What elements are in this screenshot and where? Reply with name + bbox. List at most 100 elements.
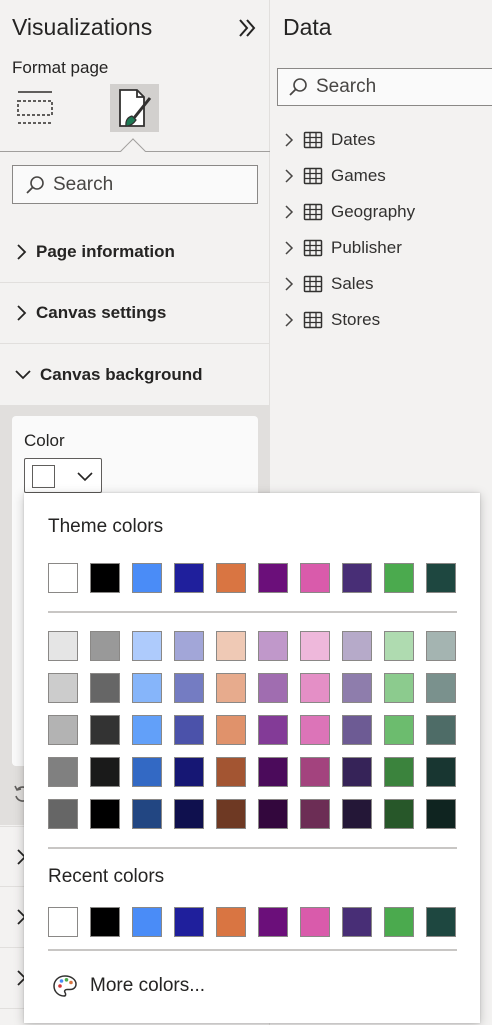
shade-color-swatch[interactable] xyxy=(258,631,288,661)
palette-icon xyxy=(53,975,77,997)
shade-color-swatch[interactable] xyxy=(132,757,162,787)
shade-color-swatch[interactable] xyxy=(174,673,204,703)
shade-color-swatch[interactable] xyxy=(132,715,162,745)
theme-color-swatch[interactable] xyxy=(384,563,414,593)
theme-color-swatch[interactable] xyxy=(90,563,120,593)
table-list: Dates Games Geography Publisher Sales Stores xyxy=(283,122,415,338)
format-visual-button[interactable] xyxy=(110,84,159,132)
shade-color-swatch[interactable] xyxy=(342,715,372,745)
shade-color-swatch[interactable] xyxy=(216,757,246,787)
shade-color-swatch[interactable] xyxy=(426,631,456,661)
section-canvas-settings[interactable]: Canvas settings xyxy=(0,283,270,344)
table-item[interactable]: Stores xyxy=(283,302,415,338)
recent-color-swatch[interactable] xyxy=(258,907,288,937)
table-item[interactable]: Games xyxy=(283,158,415,194)
shade-color-swatch[interactable] xyxy=(300,799,330,829)
shade-color-swatch[interactable] xyxy=(342,757,372,787)
table-item[interactable]: Dates xyxy=(283,122,415,158)
theme-color-swatch[interactable] xyxy=(174,563,204,593)
shade-color-swatch[interactable] xyxy=(90,799,120,829)
theme-color-swatch[interactable] xyxy=(258,563,288,593)
shade-color-swatch[interactable] xyxy=(48,631,78,661)
shade-color-swatch[interactable] xyxy=(342,631,372,661)
shade-color-swatch[interactable] xyxy=(174,757,204,787)
separator xyxy=(48,611,457,613)
format-page-label: Format page xyxy=(12,58,109,77)
shade-color-swatch[interactable] xyxy=(216,799,246,829)
recent-color-swatch[interactable] xyxy=(90,907,120,937)
shade-color-swatch[interactable] xyxy=(300,757,330,787)
shade-color-swatch[interactable] xyxy=(342,799,372,829)
shade-color-swatch[interactable] xyxy=(48,799,78,829)
shade-color-swatch[interactable] xyxy=(384,631,414,661)
table-item[interactable]: Sales xyxy=(283,266,415,302)
shade-color-swatch[interactable] xyxy=(90,673,120,703)
section-canvas-background[interactable]: Canvas background xyxy=(0,344,270,405)
table-item[interactable]: Geography xyxy=(283,194,415,230)
shade-color-swatch[interactable] xyxy=(426,673,456,703)
shade-color-swatch[interactable] xyxy=(90,631,120,661)
shade-color-swatch[interactable] xyxy=(216,673,246,703)
shade-color-swatch[interactable] xyxy=(258,715,288,745)
table-name: Geography xyxy=(331,202,416,221)
color-picker-dropdown[interactable] xyxy=(24,458,102,493)
theme-color-swatch[interactable] xyxy=(426,563,456,593)
shade-color-swatch[interactable] xyxy=(90,757,120,787)
recent-color-swatch[interactable] xyxy=(48,907,78,937)
shade-color-swatch[interactable] xyxy=(90,715,120,745)
recent-color-swatch[interactable] xyxy=(216,907,246,937)
shade-color-swatch[interactable] xyxy=(216,631,246,661)
section-page-information[interactable]: Page information xyxy=(0,222,270,283)
more-colors-button[interactable]: More colors... xyxy=(52,971,205,1001)
viz-search-placeholder: Search xyxy=(53,173,114,195)
theme-color-swatch[interactable] xyxy=(48,563,78,593)
shade-color-swatch[interactable] xyxy=(426,799,456,829)
theme-color-swatch[interactable] xyxy=(300,563,330,593)
shade-color-swatch[interactable] xyxy=(174,799,204,829)
section-label: Canvas background xyxy=(40,364,203,384)
shade-color-swatch[interactable] xyxy=(48,715,78,745)
shade-color-swatch[interactable] xyxy=(342,673,372,703)
shade-color-swatch[interactable] xyxy=(132,631,162,661)
shade-color-swatch[interactable] xyxy=(300,673,330,703)
shade-color-swatch[interactable] xyxy=(258,673,288,703)
shade-color-swatch[interactable] xyxy=(300,715,330,745)
collapse-pane-icon[interactable] xyxy=(234,15,260,41)
recent-color-swatch[interactable] xyxy=(342,907,372,937)
shade-color-swatch[interactable] xyxy=(384,799,414,829)
chevron-right-icon xyxy=(285,169,294,183)
theme-color-swatch[interactable] xyxy=(342,563,372,593)
viz-search-input[interactable]: Search xyxy=(12,165,258,204)
shade-color-swatch[interactable] xyxy=(132,799,162,829)
shade-color-swatch[interactable] xyxy=(384,673,414,703)
separator xyxy=(48,949,457,951)
recent-color-swatch[interactable] xyxy=(132,907,162,937)
table-icon xyxy=(303,239,323,257)
section-label: Canvas settings xyxy=(36,303,167,322)
shade-color-swatch[interactable] xyxy=(384,715,414,745)
table-item[interactable]: Publisher xyxy=(283,230,415,266)
data-title: Data xyxy=(283,14,332,40)
shade-color-swatch[interactable] xyxy=(216,715,246,745)
shade-color-swatch[interactable] xyxy=(426,757,456,787)
theme-color-swatch[interactable] xyxy=(216,563,246,593)
shade-color-swatch[interactable] xyxy=(174,715,204,745)
shade-color-swatch[interactable] xyxy=(48,673,78,703)
data-search-input[interactable]: Search xyxy=(277,68,492,106)
recent-color-swatch[interactable] xyxy=(300,907,330,937)
theme-color-swatch[interactable] xyxy=(132,563,162,593)
shade-color-swatch[interactable] xyxy=(258,799,288,829)
recent-color-swatch[interactable] xyxy=(174,907,204,937)
recent-color-swatch[interactable] xyxy=(426,907,456,937)
shade-color-swatch[interactable] xyxy=(384,757,414,787)
shade-color-swatch[interactable] xyxy=(48,757,78,787)
recent-color-swatch[interactable] xyxy=(384,907,414,937)
shade-color-swatch[interactable] xyxy=(174,631,204,661)
shade-color-swatch[interactable] xyxy=(132,673,162,703)
color-label: Color xyxy=(24,431,65,450)
table-name: Stores xyxy=(331,310,381,329)
shade-color-swatch[interactable] xyxy=(300,631,330,661)
shade-color-swatch[interactable] xyxy=(258,757,288,787)
shade-color-swatch[interactable] xyxy=(426,715,456,745)
build-visual-icon[interactable] xyxy=(14,88,58,128)
